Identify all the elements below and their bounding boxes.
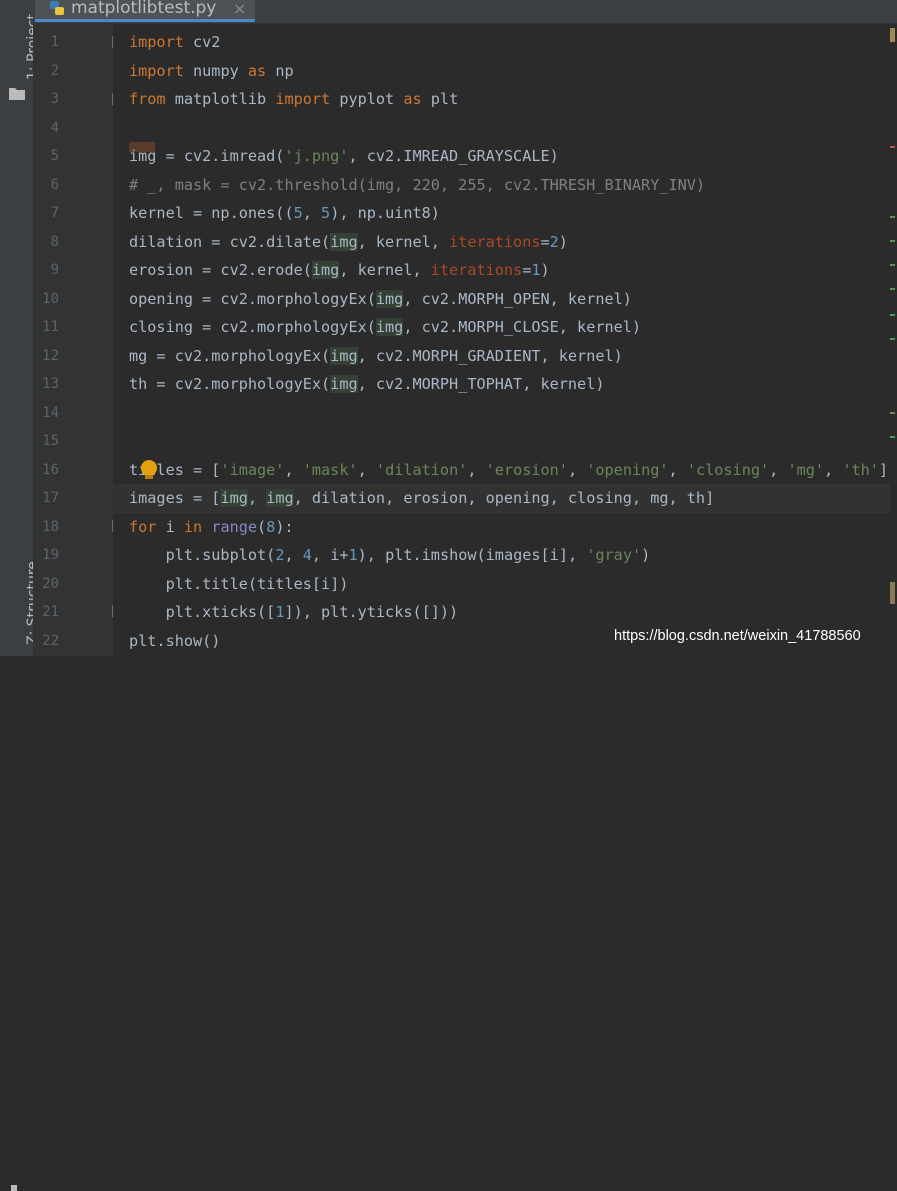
line-number: 19 [42,547,59,563]
change-marker[interactable] [890,338,895,340]
tab-matplotlibtest[interactable]: matplotlibtest.py × [35,0,255,22]
code-line-18: for i in range(8): [129,517,294,536]
code-line-22: plt.show() [129,631,221,650]
code-line-6: # _, mask = cv2.threshold(img, 220, 255,… [129,175,706,194]
code-line-8: dilation = cv2.dilate(img, kernel, itera… [129,232,568,251]
change-marker[interactable] [890,436,895,438]
line-number: 1 [50,34,59,50]
code-line-12: mg = cv2.morphologyEx(img, cv2.MORPH_GRA… [129,346,623,365]
close-tab-icon[interactable]: × [233,0,246,18]
editor-gutter: 1 2 3 4 5 6 7 8 9 10 11 12 13 14 15 16 1… [33,24,123,656]
code-line-3: from matplotlib import pyplot as plt [129,90,459,108]
warning-marker[interactable] [890,146,895,148]
folder-icon [9,88,25,100]
code-line-10: opening = cv2.morphologyEx(img, cv2.MORP… [129,289,632,308]
tool-window-sidebar: 1: Project Z: Structure [0,0,41,1191]
line-number: 9 [50,262,59,278]
code-line-9: erosion = cv2.erode(img, kernel, iterati… [129,261,550,279]
change-marker[interactable] [890,240,895,242]
tab-file-name: matplotlibtest.py [71,0,217,18]
line-number: 14 [42,404,59,421]
code-line-21: plt.xticks([1]), plt.yticks([])) [129,603,459,621]
structure-tool-tab[interactable]: Z: Structure [0,540,41,1191]
code-line-11: closing = cv2.morphologyEx(img, cv2.MORP… [129,318,642,336]
line-number: 13 [42,376,59,392]
scroll-thumb[interactable] [890,582,895,604]
line-number: 21 [42,604,59,620]
line-number: 6 [50,176,59,193]
code-editor[interactable]: import cv2 import numpy as np from matpl… [113,24,890,656]
line-number: 16 [42,461,59,478]
line-number: 17 [42,490,59,506]
code-line-17: images = [img, img, dilation, erosion, o… [129,489,715,507]
line-number: 15 [42,433,59,449]
code-line-1: import cv2 [129,33,221,51]
structure-icon [11,1185,17,1191]
editor-tab-bar: matplotlibtest.py × [33,0,897,24]
line-number: 12 [42,347,59,364]
code-line-5: img = cv2.imread('j.png', cv2.IMREAD_GRA… [129,147,559,165]
project-tool-tab[interactable]: 1: Project [0,0,41,110]
line-number: 4 [50,119,59,136]
lightbulb-icon[interactable] [141,460,157,476]
code-line-20: plt.title(titles[i]) [129,574,349,593]
code-line-13: th = cv2.morphologyEx(img, cv2.MORPH_TOP… [129,375,605,393]
line-number: 22 [42,632,59,649]
line-number: 20 [42,575,59,592]
watermark: https://blog.csdn.net/weixin_41788560 [614,628,861,644]
line-number: 7 [50,205,59,221]
line-number: 2 [50,62,59,79]
code-line-16: titles = ['image', 'mask', 'dilation', '… [129,460,889,479]
python-file-icon [50,0,64,15]
change-marker[interactable] [890,314,895,316]
code-line-7: kernel = np.ones((5, 5), np.uint8) [129,204,440,222]
change-marker[interactable] [890,216,895,218]
code-line-19: plt.subplot(2, 4, i+1), plt.imshow(image… [129,546,651,564]
lightbulb-base-icon [145,475,153,479]
line-number: 5 [50,148,59,164]
line-number: 3 [50,91,59,107]
line-number: 8 [50,233,59,250]
error-stripe[interactable] [890,24,897,656]
analysis-status-icon[interactable] [890,28,895,42]
line-number: 11 [42,319,59,335]
line-number: 18 [42,518,59,535]
change-marker[interactable] [890,412,895,414]
change-marker[interactable] [890,288,895,290]
change-marker[interactable] [890,264,895,266]
code-line-2: import numpy as np [129,61,294,80]
line-number: 10 [42,290,59,307]
